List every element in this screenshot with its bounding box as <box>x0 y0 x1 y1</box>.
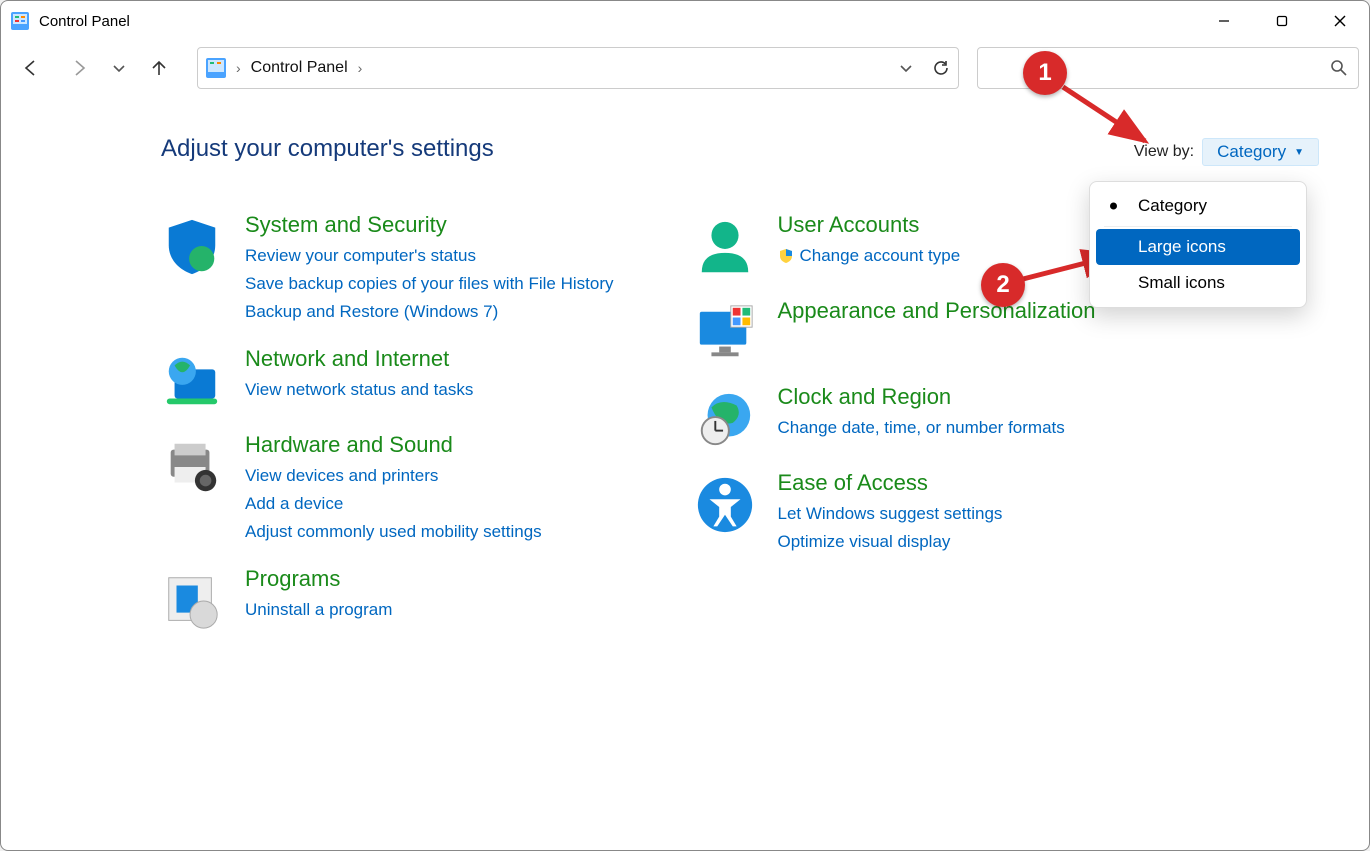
annotation-badge: 1 <box>1023 51 1067 95</box>
annotation-badge: 2 <box>981 263 1025 307</box>
recent-locations-dropdown[interactable] <box>107 48 131 88</box>
category-link[interactable]: Let Windows suggest settings <box>778 504 1003 524</box>
caret-down-icon: ▼ <box>1294 147 1304 158</box>
shield-icon <box>161 216 223 278</box>
category-title[interactable]: Ease of Access <box>778 470 1003 496</box>
category-appearance: Appearance and Personalization <box>694 298 1096 364</box>
address-history-dropdown[interactable] <box>898 60 914 76</box>
category-link[interactable]: Change date, time, or number formats <box>778 418 1065 438</box>
window-controls <box>1195 1 1369 41</box>
category-ease-of-access: Ease of Access Let Windows suggest setti… <box>694 470 1096 556</box>
menu-divider <box>1104 226 1292 227</box>
category-link[interactable]: Adjust commonly used mobility settings <box>245 522 542 542</box>
address-icon <box>206 58 226 78</box>
menu-item-label: Small icons <box>1138 273 1225 292</box>
up-button[interactable] <box>139 48 179 88</box>
category-hardware: Hardware and Sound View devices and prin… <box>161 432 614 546</box>
annotation-2: 2 <box>981 263 1025 307</box>
category-title[interactable]: User Accounts <box>778 212 961 238</box>
content-area: Adjust your computer's settings View by:… <box>1 95 1369 632</box>
back-button[interactable] <box>11 48 51 88</box>
category-title[interactable]: Network and Internet <box>245 346 473 372</box>
category-link[interactable]: Uninstall a program <box>245 600 392 620</box>
breadcrumb-item[interactable]: Control Panel <box>251 59 348 77</box>
category-system-security: System and Security Review your computer… <box>161 212 614 326</box>
category-title[interactable]: Hardware and Sound <box>245 432 542 458</box>
refresh-button[interactable] <box>932 59 950 77</box>
menu-item-large-icons[interactable]: Large icons <box>1096 229 1300 265</box>
network-icon <box>161 350 223 412</box>
annotation-1: 1 <box>1023 51 1067 95</box>
menu-item-label: Large icons <box>1138 237 1226 256</box>
menu-item-small-icons[interactable]: Small icons <box>1096 265 1300 301</box>
view-by-value: Category <box>1217 142 1286 162</box>
category-link-text: Change account type <box>800 246 961 266</box>
control-panel-app-icon <box>11 12 29 30</box>
category-title[interactable]: Clock and Region <box>778 384 1065 410</box>
globe-clock-icon <box>694 388 756 450</box>
page-heading: Adjust your computer's settings <box>161 135 494 163</box>
category-link[interactable]: Change account type <box>778 246 961 266</box>
window-title: Control Panel <box>39 13 130 30</box>
category-clock-region: Clock and Region Change date, time, or n… <box>694 384 1096 450</box>
bullet-icon <box>1110 203 1117 210</box>
minimize-button[interactable] <box>1195 1 1253 41</box>
category-link[interactable]: Save backup copies of your files with Fi… <box>245 274 614 294</box>
category-title[interactable]: Programs <box>245 566 392 592</box>
uac-shield-icon <box>778 248 794 264</box>
category-link[interactable]: View network status and tasks <box>245 380 473 400</box>
category-title[interactable]: Appearance and Personalization <box>778 298 1096 324</box>
window: Control Panel › Control Panel › <box>0 0 1370 851</box>
category-network: Network and Internet View network status… <box>161 346 614 412</box>
category-link[interactable]: Add a device <box>245 494 542 514</box>
accessibility-icon <box>694 474 756 536</box>
category-link[interactable]: View devices and printers <box>245 466 542 486</box>
category-link[interactable]: Optimize visual display <box>778 532 1003 552</box>
category-title[interactable]: System and Security <box>245 212 614 238</box>
menu-item-category[interactable]: Category <box>1096 188 1300 224</box>
monitor-icon <box>694 302 756 364</box>
printer-icon <box>161 436 223 498</box>
programs-icon <box>161 570 223 632</box>
breadcrumb-separator: › <box>358 60 363 76</box>
category-link[interactable]: Review your computer's status <box>245 246 614 266</box>
view-by-dropdown[interactable]: Category ▼ <box>1202 138 1319 166</box>
titlebar: Control Panel <box>1 1 1369 41</box>
breadcrumb-separator: › <box>236 60 241 76</box>
maximize-button[interactable] <box>1253 1 1311 41</box>
search-icon <box>1330 59 1348 77</box>
address-bar[interactable]: › Control Panel › <box>197 47 959 89</box>
user-icon <box>694 216 756 278</box>
view-by-menu: Category Large icons Small icons <box>1089 181 1307 308</box>
category-column-left: System and Security Review your computer… <box>161 212 614 632</box>
category-link[interactable]: Backup and Restore (Windows 7) <box>245 302 614 322</box>
close-button[interactable] <box>1311 1 1369 41</box>
category-programs: Programs Uninstall a program <box>161 566 614 632</box>
menu-item-label: Category <box>1138 196 1207 215</box>
forward-button[interactable] <box>59 48 99 88</box>
